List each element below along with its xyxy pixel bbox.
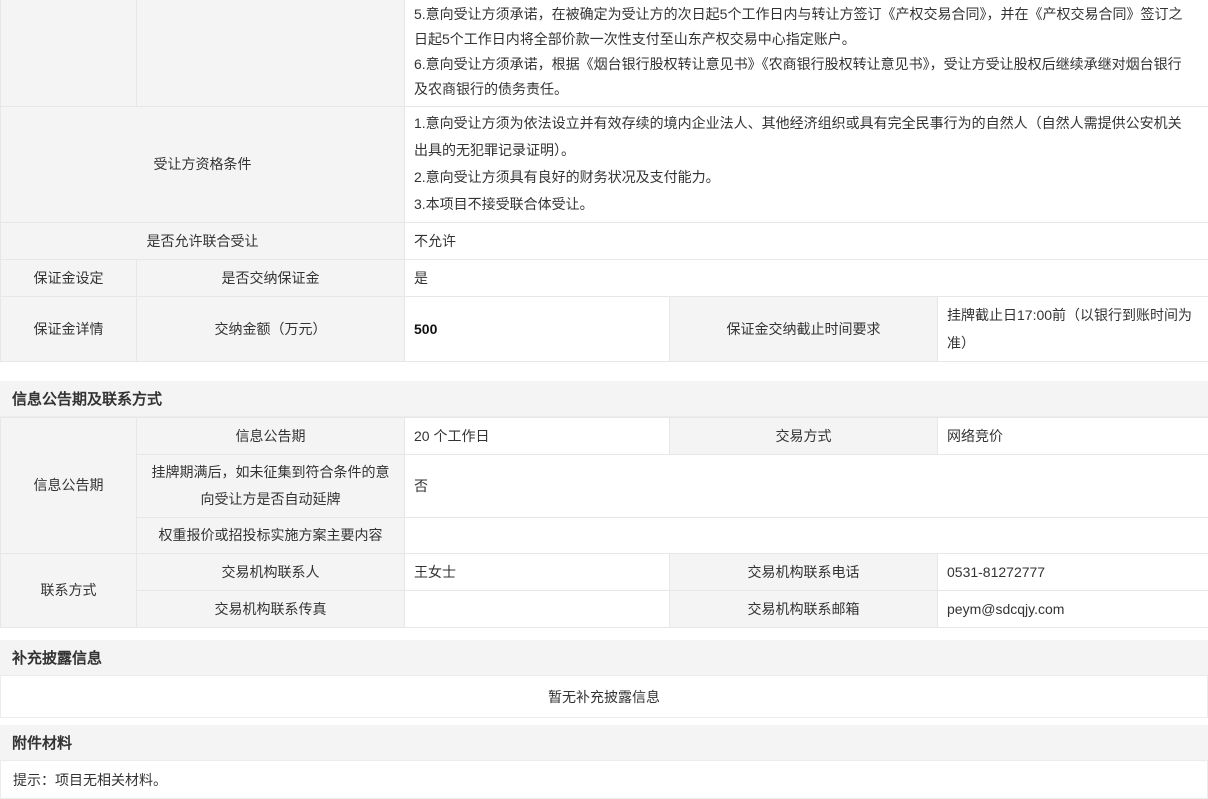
attachment-empty-notice: 提示：项目无相关材料。 <box>0 761 1208 799</box>
info-contact-table: 信息公告期 信息公告期 20 个工作日 交易方式 网络竞价 挂牌期满后，如未征集… <box>0 417 1208 628</box>
contact-person-value: 王女士 <box>405 554 670 591</box>
table-row: 保证金设定 是否交纳保证金 是 <box>1 260 1208 297</box>
section-title: 附件材料 <box>12 732 72 753</box>
announcement-period-label: 信息公告期 <box>137 418 405 455</box>
sub-label-empty-cell <box>137 0 405 107</box>
table-row: 是否允许联合受让 不允许 <box>1 223 1208 260</box>
contact-phone-label: 交易机构联系电话 <box>670 554 938 591</box>
deposit-required-label: 是否交纳保证金 <box>137 260 405 297</box>
deposit-detail-group-label: 保证金详情 <box>1 297 137 362</box>
joint-transfer-label: 是否允许联合受让 <box>1 223 405 260</box>
auto-extension-value: 否 <box>405 455 1208 518</box>
supplement-section-header: 补充披露信息 <box>0 640 1208 676</box>
table-row: 挂牌期满后，如未征集到符合条件的意向受让方是否自动延牌 否 <box>1 455 1208 518</box>
contact-email-label: 交易机构联系邮箱 <box>670 591 938 628</box>
qualification-item-1: 1.意向受让方须为依法设立并有效存续的境内企业法人、其他经济组织或具有完全民事行… <box>414 110 1188 164</box>
bidding-plan-label: 权重报价或招投标实施方案主要内容 <box>137 518 405 554</box>
info-contact-section-header: 信息公告期及联系方式 <box>0 381 1208 417</box>
announcement-period-value: 20 个工作日 <box>405 418 670 455</box>
attachment-section-header: 附件材料 <box>0 725 1208 761</box>
section-gap <box>0 718 1208 725</box>
commitment-item-6: 6.意向受让方须承诺，根据《烟台银行股权转让意见书》《农商银行股权转让意见书》，… <box>414 52 1188 102</box>
contact-phone-value: 0531-81272777 <box>938 554 1208 591</box>
table-row: 交易机构联系传真 交易机构联系邮箱 peym@sdcqjy.com <box>1 591 1208 628</box>
section-title: 补充披露信息 <box>12 647 102 668</box>
deposit-deadline-label: 保证金交纳截止时间要求 <box>670 297 938 362</box>
joint-transfer-value: 不允许 <box>405 223 1208 260</box>
table-row: 受让方资格条件 1.意向受让方须为依法设立并有效存续的境内企业法人、其他经济组织… <box>1 107 1208 223</box>
qualification-value-cell: 1.意向受让方须为依法设立并有效存续的境内企业法人、其他经济组织或具有完全民事行… <box>405 107 1208 223</box>
table-row: 5.意向受让方须承诺，在被确定为受让方的次日起5个工作日内与转让方签订《产权交易… <box>1 0 1208 107</box>
table-row: 信息公告期 信息公告期 20 个工作日 交易方式 网络竞价 <box>1 418 1208 455</box>
deposit-amount-value: 500 <box>405 297 670 362</box>
section-gap <box>0 628 1208 640</box>
table-row: 联系方式 交易机构联系人 王女士 交易机构联系电话 0531-81272777 <box>1 554 1208 591</box>
deposit-amount-label: 交纳金额（万元） <box>137 297 405 362</box>
contact-fax-label: 交易机构联系传真 <box>137 591 405 628</box>
listing-detail-page: 5.意向受让方须承诺，在被确定为受让方的次日起5个工作日内与转让方签订《产权交易… <box>0 0 1208 799</box>
deposit-required-value: 是 <box>405 260 1208 297</box>
supplement-empty-notice: 暂无补充披露信息 <box>0 676 1208 718</box>
contact-group-label: 联系方式 <box>1 554 137 628</box>
qualification-item-3: 3.本项目不接受联合体受让。 <box>414 191 1188 218</box>
section-title: 信息公告期及联系方式 <box>12 388 162 409</box>
auto-extension-label: 挂牌期满后，如未征集到符合条件的意向受让方是否自动延牌 <box>137 455 405 518</box>
group-label-empty-cell <box>1 0 137 107</box>
table-row: 权重报价或招投标实施方案主要内容 <box>1 518 1208 554</box>
transferee-commitment-cell: 5.意向受让方须承诺，在被确定为受让方的次日起5个工作日内与转让方签订《产权交易… <box>405 0 1208 107</box>
transfer-conditions-table: 5.意向受让方须承诺，在被确定为受让方的次日起5个工作日内与转让方签订《产权交易… <box>0 0 1208 362</box>
contact-email-value: peym@sdcqjy.com <box>938 591 1208 628</box>
announcement-group-label: 信息公告期 <box>1 418 137 554</box>
section-gap <box>0 362 1208 381</box>
deposit-deadline-value: 挂牌截止日17:00前（以银行到账时间为准） <box>938 297 1208 362</box>
qualification-item-2: 2.意向受让方须具有良好的财务状况及支付能力。 <box>414 164 1188 191</box>
deposit-setting-group-label: 保证金设定 <box>1 260 137 297</box>
trade-method-label: 交易方式 <box>670 418 938 455</box>
contact-fax-value <box>405 591 670 628</box>
qualification-label: 受让方资格条件 <box>1 107 405 223</box>
table-row: 保证金详情 交纳金额（万元） 500 保证金交纳截止时间要求 挂牌截止日17:0… <box>1 297 1208 362</box>
contact-person-label: 交易机构联系人 <box>137 554 405 591</box>
commitment-item-5: 5.意向受让方须承诺，在被确定为受让方的次日起5个工作日内与转让方签订《产权交易… <box>414 2 1188 52</box>
bidding-plan-value <box>405 518 1208 554</box>
trade-method-value: 网络竞价 <box>938 418 1208 455</box>
